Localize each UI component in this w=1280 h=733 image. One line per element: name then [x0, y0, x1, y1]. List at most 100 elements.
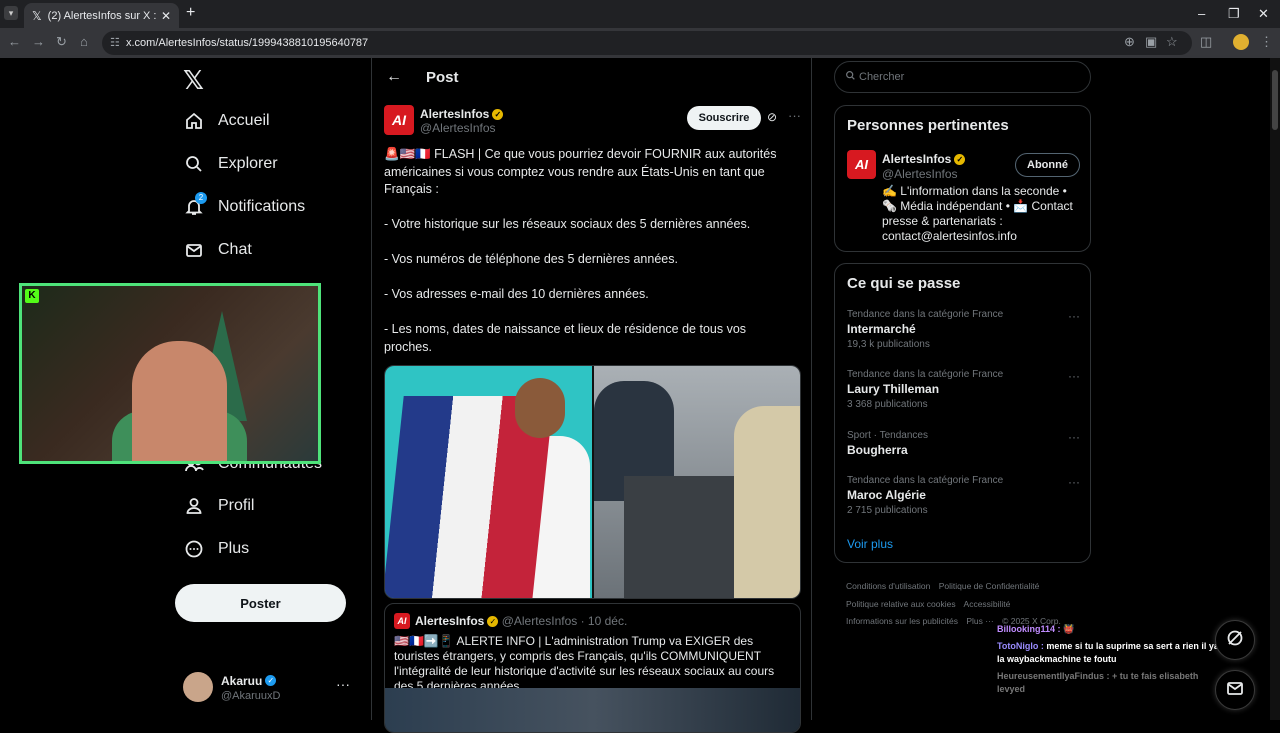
trend-category: Tendance dans la catégorie France — [847, 475, 1004, 486]
image-desk — [624, 476, 744, 598]
minimize-icon[interactable]: – — [1198, 6, 1205, 21]
more-icon[interactable]: ··· — [336, 676, 350, 692]
trend-item[interactable]: Tendance dans la catégorie France Laury … — [847, 369, 1080, 410]
nav-more[interactable]: Plus — [183, 538, 249, 560]
chat-user: TotoNiglo : — [997, 641, 1044, 651]
search-placeholder: Chercher — [859, 71, 905, 83]
nav-profile[interactable]: Profil — [183, 495, 254, 517]
trend-category: Sport · Tendances — [847, 430, 928, 441]
close-window-icon[interactable]: ✕ — [1258, 6, 1269, 22]
chat-message: TotoNiglo : meme si tu la suprime sa ser… — [997, 640, 1222, 666]
footer-link[interactable]: Politique de Confidentialité — [939, 581, 1040, 591]
nav-home[interactable]: Accueil — [183, 110, 270, 132]
nav-label: Plus — [218, 540, 250, 557]
grok-icon[interactable]: ⊘ — [767, 110, 777, 124]
stream-chat-overlay: Billooking114 : 👹 TotoNiglo : meme si tu… — [997, 623, 1222, 696]
nav-label: Profil — [218, 497, 255, 514]
following-button[interactable]: Abonné — [1015, 153, 1080, 177]
maximize-icon[interactable]: ❐ — [1228, 6, 1240, 22]
trends-card: Ce qui se passe Tendance dans la catégor… — [834, 263, 1091, 563]
chat-user: HeureusementIlyaFindus : — [997, 671, 1110, 681]
quoted-author-name: AlertesInfos — [415, 614, 485, 628]
tweet-text: 🚨🇺🇸🇫🇷 FLASH | Ce que vous pourriez devoi… — [384, 147, 777, 354]
grok-icon — [1225, 628, 1245, 653]
chat-text: 👹 — [1063, 624, 1075, 634]
quoted-tweet[interactable]: AI AlertesInfos ✓ @AlertesInfos · 10 déc.… — [384, 603, 801, 733]
footer-link[interactable]: Conditions d'utilisation — [846, 581, 930, 591]
profile-avatar-icon[interactable] — [1233, 34, 1249, 50]
browser-menu-icon[interactable]: ⋮ — [1260, 34, 1273, 50]
card-title: Personnes pertinentes — [847, 117, 1009, 134]
quoted-date: · 10 déc. — [580, 614, 628, 628]
zoom-icon[interactable]: ⊕ — [1124, 34, 1135, 50]
trend-item[interactable]: Tendance dans la catégorie France Maroc … — [847, 475, 1080, 516]
reload-icon[interactable]: ↻ — [56, 34, 67, 50]
account-name: Akaruu — [221, 674, 263, 688]
avatar[interactable]: AI — [847, 150, 876, 179]
bookmark-star-icon[interactable]: ☆ — [1166, 34, 1178, 50]
footer-link[interactable]: Accessibilité — [964, 599, 1011, 609]
new-tab-button[interactable]: + — [186, 4, 195, 22]
trend-count: 2 715 publications — [847, 505, 928, 516]
nav-label: Chat — [218, 241, 252, 258]
relevant-name-row[interactable]: AlertesInfos ✓ — [882, 152, 966, 166]
nav-label: Notifications — [218, 198, 306, 215]
browser-toolbar: ← → ↻ ⌂ ☷ x.com/AlertesInfos/status/1999… — [0, 28, 1280, 58]
home-icon[interactable]: ⌂ — [80, 34, 88, 49]
x-logo-icon[interactable]: 𝕏 — [183, 66, 204, 96]
see-more-link[interactable]: Voir plus — [847, 537, 893, 551]
scrollbar-thumb[interactable] — [1272, 70, 1278, 130]
image-right-panel — [592, 366, 800, 598]
author-avatar[interactable]: AI — [384, 105, 414, 135]
browser-tab-strip: ▾ 𝕏 (2) AlertesInfos sur X : "🇺🇸 usr ✕ +… — [0, 0, 1280, 28]
post-button[interactable]: Poster — [175, 584, 346, 622]
footer-link[interactable]: Plus ··· — [966, 616, 993, 626]
more-icon[interactable]: ··· — [1068, 309, 1080, 323]
tweet-image[interactable] — [384, 365, 801, 599]
nav-label: Accueil — [218, 112, 270, 129]
streamer — [132, 341, 227, 461]
relevant-people-card: Personnes pertinentes AI AlertesInfos ✓ @… — [834, 105, 1091, 252]
close-tab-icon[interactable]: ✕ — [161, 9, 171, 23]
more-icon[interactable]: ··· — [788, 108, 801, 123]
tab-list-button[interactable]: ▾ — [4, 6, 18, 20]
back-icon[interactable]: ← — [8, 34, 21, 49]
trend-item[interactable]: Tendance dans la catégorie France Interm… — [847, 309, 1080, 350]
extensions-icon[interactable]: ◫ — [1200, 34, 1212, 50]
image-figure-face — [515, 378, 565, 438]
mail-icon — [183, 239, 205, 261]
nav-chat[interactable]: Chat — [183, 239, 252, 261]
page-scrollbar[interactable] — [1270, 58, 1280, 720]
main-column: ← Post AI AlertesInfos ✓ @AlertesInfos So… — [371, 58, 812, 733]
nav-explore[interactable]: Explorer — [183, 153, 278, 175]
trend-count: 19,3 k publications — [847, 339, 930, 350]
back-arrow-icon[interactable]: ← — [386, 68, 402, 86]
trend-item[interactable]: Sport · Tendances Bougherra ··· — [847, 430, 1080, 457]
relevant-handle[interactable]: @AlertesInfos — [882, 167, 958, 181]
site-info-icon[interactable]: ☷ — [110, 36, 120, 49]
author-handle[interactable]: @AlertesInfos — [420, 121, 496, 135]
grok-fab-button[interactable] — [1215, 620, 1255, 660]
footer-link[interactable]: Informations sur les publicités — [846, 616, 958, 626]
nav-notifications[interactable]: 2 Notifications — [183, 192, 306, 218]
forward-icon[interactable]: → — [32, 34, 45, 49]
account-handle: @AkaruuxD — [221, 690, 281, 702]
subscribe-button[interactable]: Souscrire — [687, 106, 761, 130]
browser-tab[interactable]: 𝕏 (2) AlertesInfos sur X : "🇺🇸 usr ✕ — [24, 3, 179, 28]
notification-badge: 2 — [195, 192, 207, 204]
messages-fab-button[interactable] — [1215, 670, 1255, 710]
more-icon[interactable]: ··· — [1068, 369, 1080, 383]
url-text: x.com/AlertesInfos/status/19994388101956… — [126, 37, 369, 49]
cast-icon[interactable]: ▣ — [1145, 34, 1157, 50]
address-bar[interactable]: ☷ x.com/AlertesInfos/status/199943881019… — [102, 31, 1192, 55]
author-name-row[interactable]: AlertesInfos ✓ — [420, 107, 504, 121]
account-switcher[interactable]: Akaruu ✓ @AkaruuxD ··· — [183, 670, 366, 704]
trend-name: Bougherra — [847, 443, 908, 457]
trend-category: Tendance dans la catégorie France — [847, 309, 1004, 320]
footer-link[interactable]: Politique relative aux cookies — [846, 599, 956, 609]
author-name: AlertesInfos — [420, 107, 490, 121]
more-icon[interactable]: ··· — [1068, 475, 1080, 489]
verified-badge-icon: ✓ — [487, 616, 499, 628]
search-input[interactable]: Chercher — [834, 61, 1091, 93]
more-icon[interactable]: ··· — [1068, 430, 1080, 444]
